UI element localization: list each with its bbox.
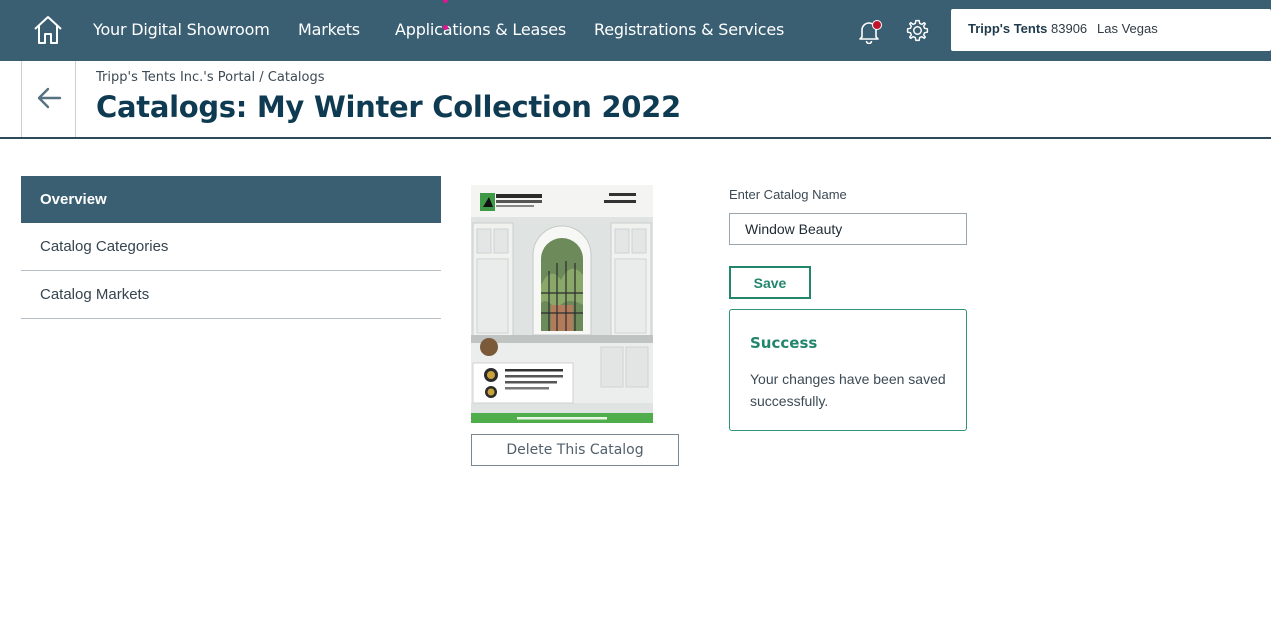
save-button[interactable]: Save — [729, 266, 811, 299]
alert-message: Your changes have been saved successfull… — [750, 371, 946, 409]
breadcrumb-portal-link[interactable]: Tripp's Tents Inc.'s Portal — [96, 70, 255, 85]
back-button[interactable] — [21, 61, 76, 138]
account-name: Tripp's Tents — [968, 21, 1048, 36]
nav-applications-leases[interactable]: Applications & Leases — [395, 20, 566, 39]
arrow-left-icon — [37, 87, 62, 109]
nav-registrations-services[interactable]: Registrations & Services — [594, 20, 784, 39]
gear-icon[interactable] — [905, 18, 930, 43]
home-icon[interactable] — [32, 14, 64, 46]
account-selector[interactable]: Tripp's Tents 83906 Las Vegas — [951, 9, 1271, 51]
delete-catalog-button[interactable]: Delete This Catalog — [471, 434, 679, 466]
account-city: Las Vegas — [1097, 21, 1158, 36]
breadcrumb: Tripp's Tents Inc.'s Portal / Catalogs — [96, 70, 325, 85]
alert-title: Success — [750, 334, 818, 352]
catalog-cover-image — [471, 185, 653, 423]
account-id: 83906 — [1051, 21, 1088, 36]
breadcrumb-catalogs-link[interactable]: Catalogs — [268, 70, 325, 85]
sidebar-item-catalog-categories[interactable]: Catalog Categories — [21, 223, 441, 271]
notification-dot — [872, 20, 882, 30]
top-nav-bar: Your Digital Showroom Markets Applicatio… — [0, 0, 1271, 61]
nav-digital-showroom[interactable]: Your Digital Showroom — [93, 20, 270, 39]
sidebar-item-catalog-markets[interactable]: Catalog Markets — [21, 271, 441, 319]
breadcrumb-separator: / — [259, 70, 264, 85]
nav-markets[interactable]: Markets — [298, 20, 360, 39]
header-divider — [0, 137, 1271, 139]
catalog-name-label: Enter Catalog Name — [729, 187, 847, 202]
sidebar-item-overview[interactable]: Overview — [21, 176, 441, 223]
success-alert: Success Your changes have been saved suc… — [729, 309, 967, 431]
page-title: Catalogs: My Winter Collection 2022 — [96, 90, 681, 124]
pointer-marker — [443, 25, 448, 30]
sidebar-nav: Overview Catalog Categories Catalog Mark… — [21, 176, 441, 319]
catalog-name-input[interactable] — [729, 213, 967, 245]
